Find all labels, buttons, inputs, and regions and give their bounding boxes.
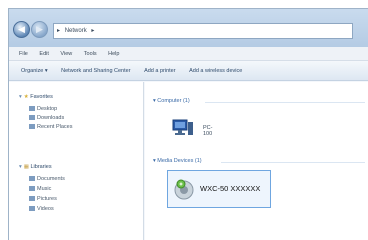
videos-icon (29, 206, 35, 212)
nav-item-videos[interactable]: Videos (29, 206, 54, 212)
group-header-computer[interactable]: ▾ Computer (1) (153, 98, 190, 104)
menu-help[interactable]: Help (108, 51, 119, 57)
star-icon: ★ (23, 94, 29, 100)
media-device-item[interactable]: WXC-50 XXXXXX (167, 170, 271, 208)
nav-item-desktop[interactable]: Desktop (29, 106, 57, 112)
group-header-label: Computer (1) (157, 98, 190, 104)
pictures-icon (29, 196, 35, 202)
nav-item-recent-places[interactable]: Recent Places (29, 124, 72, 130)
music-icon (29, 186, 35, 192)
menu-view[interactable]: View (60, 51, 72, 57)
breadcrumb-separator: ▸ (91, 28, 95, 34)
nav-item-music[interactable]: Music (29, 186, 51, 192)
documents-icon (29, 176, 35, 182)
libraries-icon: ▦ (23, 164, 29, 170)
menu-bar: File Edit View Tools Help (9, 47, 368, 61)
breadcrumb-separator: ▸ (57, 28, 61, 34)
nav-item-pictures[interactable]: Pictures (29, 196, 57, 202)
chevron-down-icon[interactable]: ▾ (19, 94, 22, 100)
desktop-icon (29, 106, 35, 112)
nav-libraries[interactable]: ▾ ▦ Libraries (19, 164, 52, 170)
media-device-name: WXC-50 XXXXXX (200, 184, 261, 193)
nav-item-downloads[interactable]: Downloads (29, 115, 64, 121)
add-printer-button[interactable]: Add a printer (144, 68, 176, 74)
content-pane: ▾ Computer (1) PC-100 ▾ Media Devices (1… (145, 82, 368, 240)
back-button[interactable]: ◀ (13, 21, 30, 38)
organize-button[interactable]: Organize ▾ (21, 68, 48, 74)
computer-icon (172, 119, 193, 135)
computer-name: PC-100 (203, 125, 213, 137)
add-wireless-device-button[interactable]: Add a wireless device (189, 68, 242, 74)
nav-favorites[interactable]: ▾ ★ Favorites (19, 94, 53, 100)
address-field[interactable]: ▸ Network ▸ (53, 23, 353, 39)
address-bar: ◀ ▶ ▸ Network ▸ (9, 9, 368, 47)
menu-edit[interactable]: Edit (39, 51, 48, 57)
nav-libraries-label: Libraries (30, 164, 52, 170)
group-divider (205, 102, 365, 103)
group-header-media-devices[interactable]: ▾ Media Devices (1) (153, 158, 202, 164)
group-header-label: Media Devices (1) (157, 158, 202, 164)
menu-file[interactable]: File (19, 51, 28, 57)
nav-item-label: Videos (37, 206, 54, 212)
recent-places-icon (29, 124, 35, 130)
explorer-window: ◀ ▶ ▸ Network ▸ File Edit View Tools Hel… (8, 8, 368, 240)
chevron-down-icon[interactable]: ▾ (19, 164, 22, 170)
menu-tools[interactable]: Tools (84, 51, 97, 57)
media-device-icon (174, 179, 194, 200)
nav-item-label: Recent Places (37, 124, 73, 130)
navigation-pane: ▾ ★ Favorites Desktop Downloads Recent Pl… (9, 82, 144, 240)
group-divider (221, 162, 365, 163)
command-bar: Organize ▾ Network and Sharing Center Ad… (9, 62, 368, 81)
forward-button[interactable]: ▶ (31, 21, 48, 38)
network-sharing-center-button[interactable]: Network and Sharing Center (61, 68, 130, 74)
nav-item-label: Music (37, 186, 52, 192)
nav-item-label: Downloads (37, 115, 65, 121)
downloads-icon (29, 115, 35, 121)
breadcrumb-network[interactable]: Network (65, 28, 87, 34)
nav-item-label: Desktop (37, 106, 58, 112)
nav-item-label: Pictures (37, 196, 57, 202)
nav-item-documents[interactable]: Documents (29, 176, 65, 182)
nav-item-label: Documents (37, 176, 65, 182)
nav-favorites-label: Favorites (30, 94, 53, 100)
